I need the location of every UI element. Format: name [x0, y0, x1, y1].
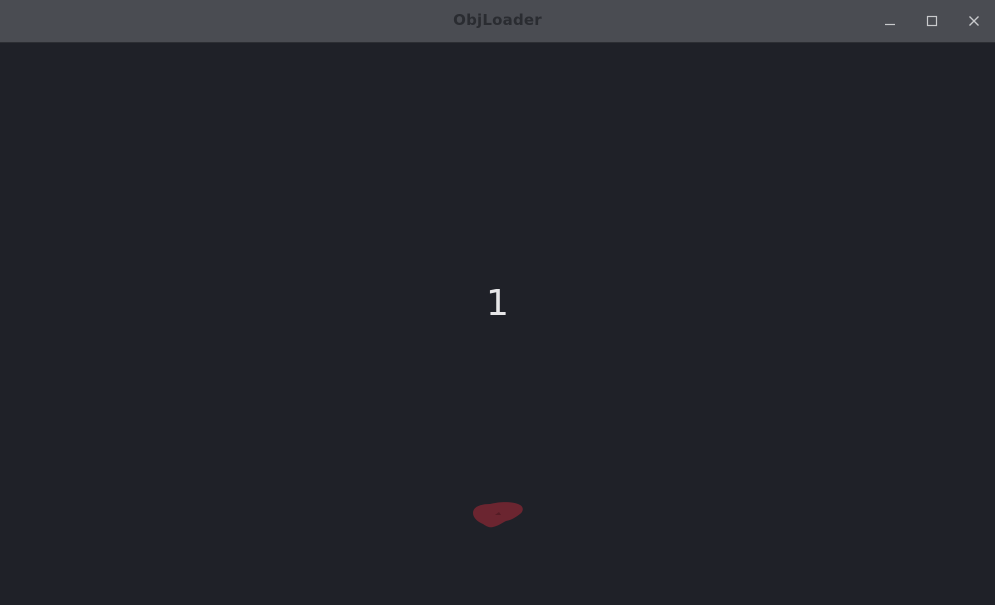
- window-title: ObjLoader: [453, 11, 542, 29]
- counter-label: 1: [486, 283, 509, 324]
- maximize-button[interactable]: [919, 8, 945, 34]
- rendered-model: [468, 495, 528, 535]
- app-window: ObjLoader 1: [0, 0, 995, 605]
- title-bar[interactable]: ObjLoader: [0, 0, 995, 43]
- minimize-button[interactable]: [877, 8, 903, 34]
- maximize-icon: [926, 15, 938, 27]
- render-viewport[interactable]: 1: [0, 43, 995, 605]
- close-icon: [968, 15, 980, 27]
- minimize-icon: [884, 15, 896, 27]
- close-button[interactable]: [961, 8, 987, 34]
